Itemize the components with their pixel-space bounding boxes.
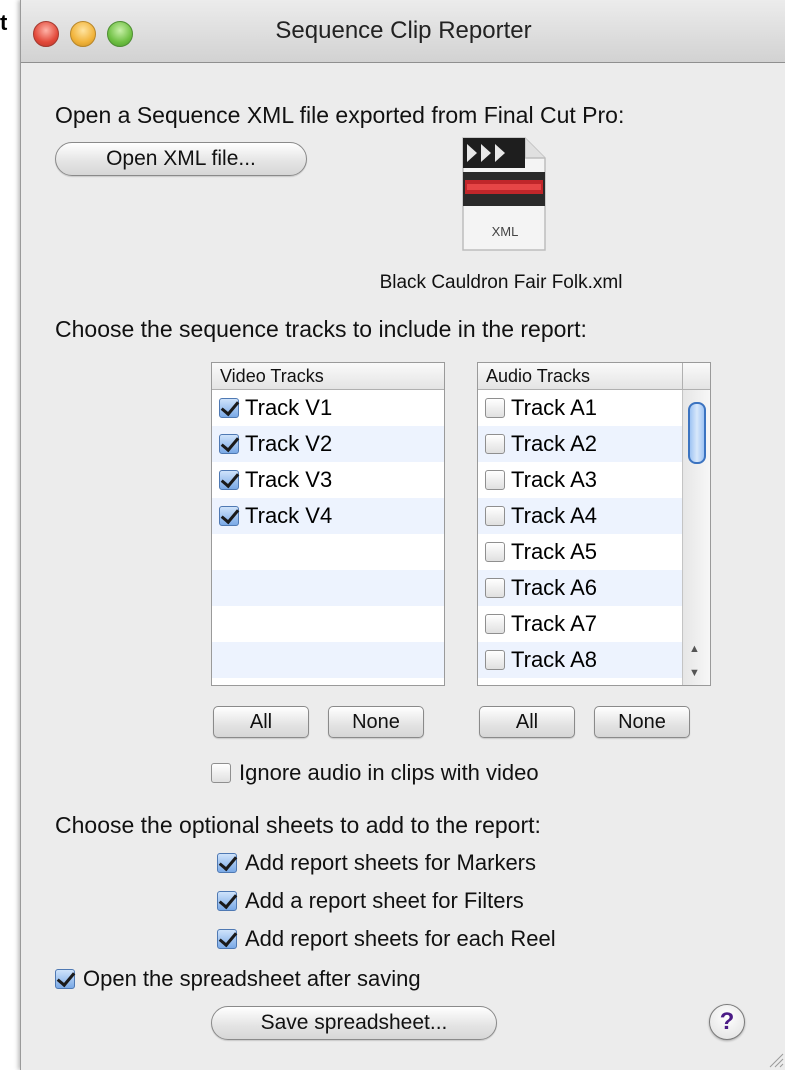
audio-track-label: Track A7	[511, 611, 597, 636]
audio-track-row[interactable]: Track A1	[478, 390, 683, 426]
video-tracks-table[interactable]: Video Tracks Track V1 Track V2 Track V3 Tra…	[211, 362, 445, 686]
video-track-row[interactable]: Track V4	[212, 498, 444, 534]
resize-grip-icon[interactable]	[766, 1050, 784, 1068]
audio-track-checkbox[interactable]	[485, 434, 505, 454]
video-all-button[interactable]: All	[213, 706, 309, 738]
video-empty-row	[212, 606, 444, 642]
title-bar[interactable]: Sequence Clip Reporter	[21, 0, 785, 63]
audio-all-button[interactable]: All	[479, 706, 575, 738]
video-track-row[interactable]: Track V1	[212, 390, 444, 426]
markers-sheet-label: Add report sheets for Markers	[245, 850, 537, 875]
audio-track-label: Track A2	[511, 431, 597, 456]
audio-tracks-header[interactable]: Audio Tracks	[478, 363, 710, 390]
video-track-label: Track V3	[245, 467, 333, 492]
audio-track-checkbox[interactable]	[485, 614, 505, 634]
ignore-audio-label: Ignore audio in clips with video	[239, 760, 539, 785]
app-window: Sequence Clip Reporter Open a Sequence X…	[20, 0, 785, 1070]
file-type-label: XML	[492, 224, 519, 239]
audio-track-row[interactable]: Track A2	[478, 426, 683, 462]
scroll-down-arrow-icon[interactable]: ▼	[689, 667, 700, 679]
open-after-saving-option[interactable]: Open the spreadsheet after saving	[55, 966, 421, 992]
ignore-audio-option[interactable]: Ignore audio in clips with video	[211, 760, 539, 786]
audio-track-label: Track A4	[511, 503, 597, 528]
open-xml-button[interactable]: Open XML file...	[55, 142, 307, 176]
xml-file-icon: XML	[462, 137, 546, 251]
video-track-checkbox[interactable]	[219, 470, 239, 490]
reel-sheets-checkbox[interactable]	[217, 929, 237, 949]
video-track-label: Track V1	[245, 395, 333, 420]
ignore-audio-checkbox[interactable]	[211, 763, 231, 783]
video-none-button[interactable]: None	[328, 706, 424, 738]
video-track-label: Track V4	[245, 503, 333, 528]
audio-track-checkbox[interactable]	[485, 542, 505, 562]
video-empty-row	[212, 570, 444, 606]
video-empty-row	[212, 642, 444, 678]
video-track-row[interactable]: Track V2	[212, 426, 444, 462]
video-track-checkbox[interactable]	[219, 434, 239, 454]
sheets-prompt: Choose the optional sheets to add to the…	[55, 812, 541, 838]
audio-track-row[interactable]: Track A5	[478, 534, 683, 570]
audio-track-row[interactable]: Track A7	[478, 606, 683, 642]
video-track-checkbox[interactable]	[219, 398, 239, 418]
audio-track-row[interactable]: Track A8	[478, 642, 683, 678]
tracks-prompt: Choose the sequence tracks to include in…	[55, 316, 587, 342]
audio-none-button[interactable]: None	[594, 706, 690, 738]
save-spreadsheet-button[interactable]: Save spreadsheet...	[211, 1006, 497, 1040]
audio-track-checkbox[interactable]	[485, 470, 505, 490]
help-button[interactable]: ?	[709, 1004, 745, 1040]
open-after-saving-label: Open the spreadsheet after saving	[83, 966, 421, 991]
audio-tracks-scrollbar[interactable]: ▲ ▼	[682, 390, 710, 685]
video-track-checkbox[interactable]	[219, 506, 239, 526]
audio-track-label: Track A5	[511, 539, 597, 564]
scroll-up-arrow-icon[interactable]: ▲	[689, 643, 700, 655]
video-tracks-header[interactable]: Video Tracks	[212, 363, 444, 390]
audio-track-checkbox[interactable]	[485, 578, 505, 598]
scroll-thumb[interactable]	[688, 402, 706, 464]
open-after-saving-checkbox[interactable]	[55, 969, 75, 989]
audio-track-checkbox[interactable]	[485, 398, 505, 418]
audio-track-label: Track A8	[511, 647, 597, 672]
audio-track-label: Track A3	[511, 467, 597, 492]
filters-sheet-checkbox[interactable]	[217, 891, 237, 911]
audio-track-label: Track A6	[511, 575, 597, 600]
filters-sheet-label: Add a report sheet for Filters	[245, 888, 524, 913]
audio-track-row[interactable]: Track A4	[478, 498, 683, 534]
selected-file-name: Black Cauldron Fair Folk.xml	[379, 272, 623, 293]
audio-track-row[interactable]: Track A6	[478, 570, 683, 606]
video-empty-row	[212, 534, 444, 570]
background-text-fragment: t	[0, 10, 8, 35]
audio-tracks-table[interactable]: Audio Tracks Track A1 Track A2 Track A3 Tra…	[477, 362, 711, 686]
audio-track-label: Track A1	[511, 395, 597, 420]
reel-sheets-option[interactable]: Add report sheets for each Reel	[217, 926, 556, 952]
reel-sheets-label: Add report sheets for each Reel	[245, 926, 556, 951]
video-track-row[interactable]: Track V3	[212, 462, 444, 498]
audio-track-checkbox[interactable]	[485, 506, 505, 526]
markers-sheet-checkbox[interactable]	[217, 853, 237, 873]
filters-sheet-option[interactable]: Add a report sheet for Filters	[217, 888, 524, 914]
open-xml-prompt: Open a Sequence XML file exported from F…	[55, 102, 625, 128]
audio-track-row[interactable]: Track A3	[478, 462, 683, 498]
window-title: Sequence Clip Reporter	[275, 17, 532, 44]
video-track-label: Track V2	[245, 431, 333, 456]
markers-sheet-option[interactable]: Add report sheets for Markers	[217, 850, 536, 876]
audio-track-checkbox[interactable]	[485, 650, 505, 670]
